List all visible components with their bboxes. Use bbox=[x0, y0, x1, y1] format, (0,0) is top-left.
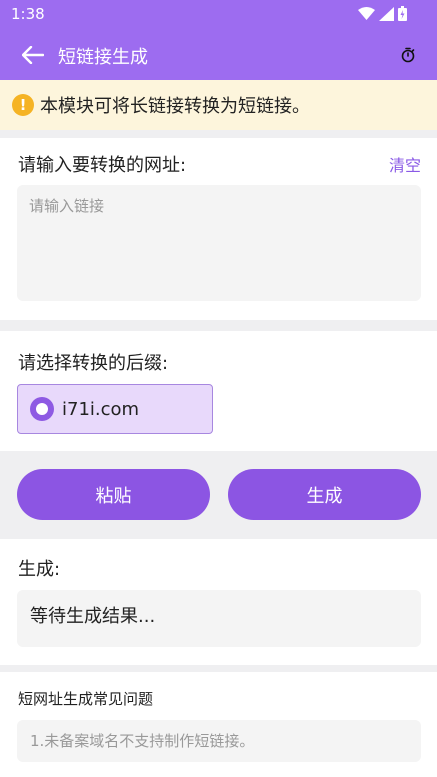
result-label: 生成: bbox=[18, 559, 61, 580]
suffix-option-label: i71i.com bbox=[62, 398, 140, 420]
suffix-option[interactable]: i71i.com bbox=[17, 384, 213, 434]
result-output: 等待生成结果... bbox=[17, 590, 421, 647]
back-button[interactable] bbox=[18, 40, 48, 70]
url-input[interactable] bbox=[17, 185, 421, 301]
battery-icon bbox=[398, 6, 407, 21]
generate-button[interactable]: 生成 bbox=[228, 469, 421, 520]
url-input-card: 请输入要转换的网址: 清空 bbox=[0, 138, 437, 320]
toolbar: 短链接生成 bbox=[0, 30, 437, 80]
signal-icon bbox=[379, 6, 394, 21]
status-bar: 1:38 bbox=[0, 0, 437, 30]
url-input-label: 请输入要转换的网址: bbox=[18, 155, 187, 176]
app-bar: 1:38 短链接生成 bbox=[0, 0, 437, 80]
page-title: 短链接生成 bbox=[58, 47, 148, 68]
status-icons bbox=[358, 6, 407, 21]
status-time: 1:38 bbox=[11, 5, 45, 23]
suffix-label: 请选择转换的后缀: bbox=[18, 353, 169, 374]
notice-text: 本模块可将长链接转换为短链接。 bbox=[40, 96, 310, 117]
faq-item: 1.未备案域名不支持制作短链接。 bbox=[17, 720, 421, 762]
history-button[interactable] bbox=[397, 44, 419, 66]
radio-selected-icon bbox=[30, 397, 54, 421]
faq-title: 短网址生成常见问题 bbox=[18, 690, 154, 708]
faq-card: 短网址生成常见问题 1.未备案域名不支持制作短链接。 bbox=[0, 672, 437, 777]
paste-button[interactable]: 粘贴 bbox=[17, 469, 210, 520]
result-card: 生成: 等待生成结果... bbox=[0, 539, 437, 665]
suffix-card: 请选择转换的后缀: i71i.com bbox=[0, 331, 437, 451]
notice-banner: ! 本模块可将长链接转换为短链接。 bbox=[0, 80, 437, 130]
arrow-left-icon bbox=[22, 46, 44, 64]
clear-button[interactable]: 清空 bbox=[389, 152, 421, 176]
wifi-icon bbox=[358, 6, 375, 20]
stopwatch-icon bbox=[401, 47, 415, 63]
warning-icon: ! bbox=[12, 94, 34, 116]
